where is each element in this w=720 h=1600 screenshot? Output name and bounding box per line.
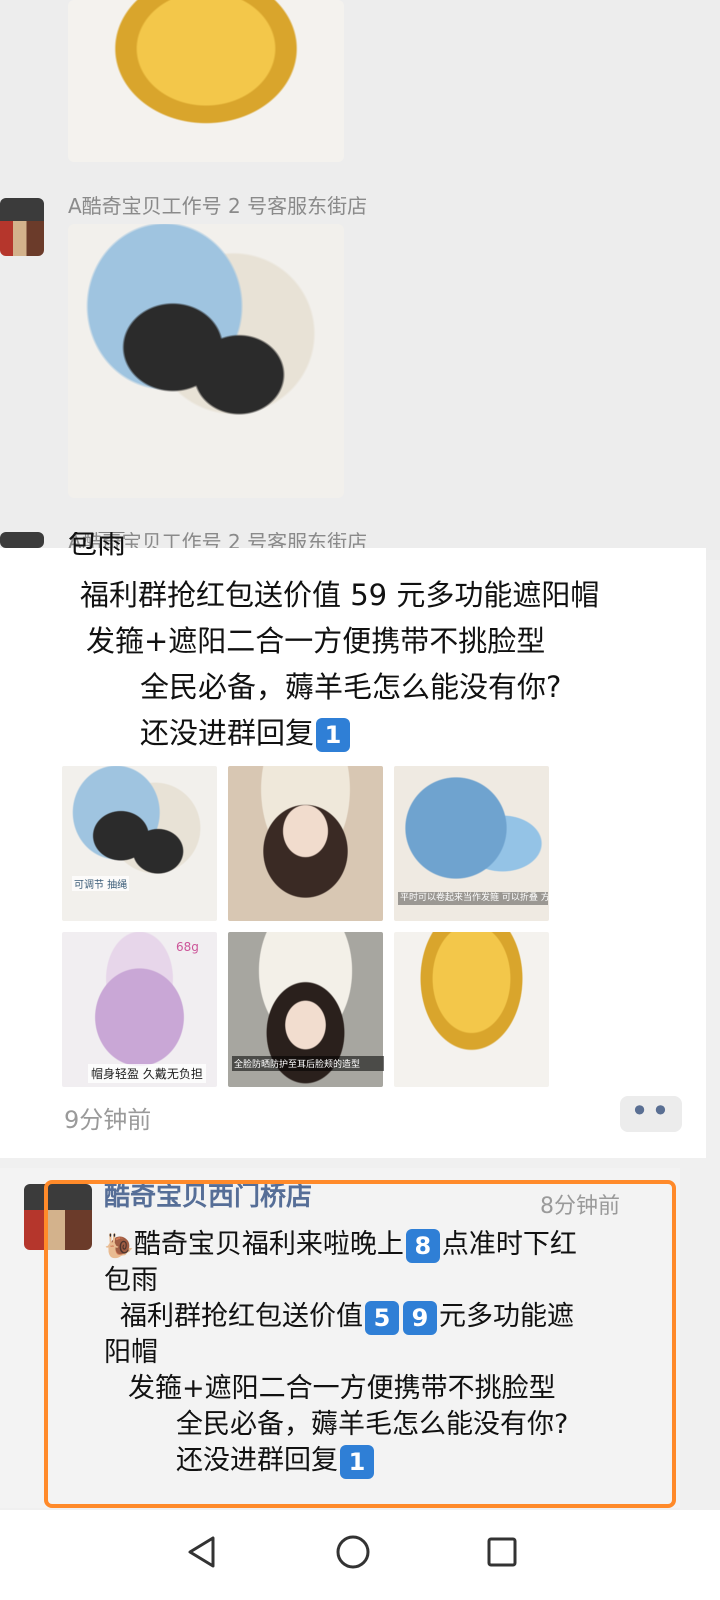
product-photo-yellow-hat[interactable] [68, 0, 344, 162]
message-cut-line: 包雨 [68, 532, 127, 558]
highlight-box [44, 1180, 676, 1508]
sender-name: A酷奇宝贝工作号 2 号客服东街店 [68, 194, 368, 218]
photo-caption: 可调节 抽绳 [72, 876, 130, 891]
message-line: 福利群抢红包送价值 59 元多功能遮阳帽 [80, 578, 600, 612]
grid-photo[interactable] [228, 766, 383, 921]
message-line: 发箍+遮阳二合一方便携带不挑脸型 [86, 624, 546, 658]
photo-caption: 帽身轻盈 久戴无负担 [88, 1064, 206, 1083]
message-line-text: 还没进群回复 [140, 716, 315, 750]
photo-weight-tag: 68g [176, 940, 199, 954]
photo-caption: 全脸防晒防护至耳后脸颊的造型 [232, 1056, 384, 1071]
avatar[interactable] [0, 532, 44, 548]
product-photo-blue-hat[interactable] [68, 224, 344, 498]
avatar[interactable] [0, 198, 44, 256]
post-timestamp: 9分钟前 [64, 1106, 152, 1134]
grid-photo[interactable] [62, 766, 217, 921]
grid-photo[interactable] [394, 932, 549, 1087]
home-icon[interactable] [331, 1530, 375, 1574]
message-line: 全民必备，薅羊毛怎么能没有你? [140, 670, 562, 704]
back-icon[interactable] [180, 1530, 224, 1574]
recents-icon[interactable] [480, 1530, 524, 1574]
more-options-button[interactable]: •• [620, 1095, 682, 1132]
keycap-1-icon: 1 [316, 718, 351, 752]
message-line: 还没进群回复 1 [140, 712, 352, 755]
photo-caption: 平时可以卷起来当作发箍 可以折叠 方便携带 [398, 892, 548, 905]
